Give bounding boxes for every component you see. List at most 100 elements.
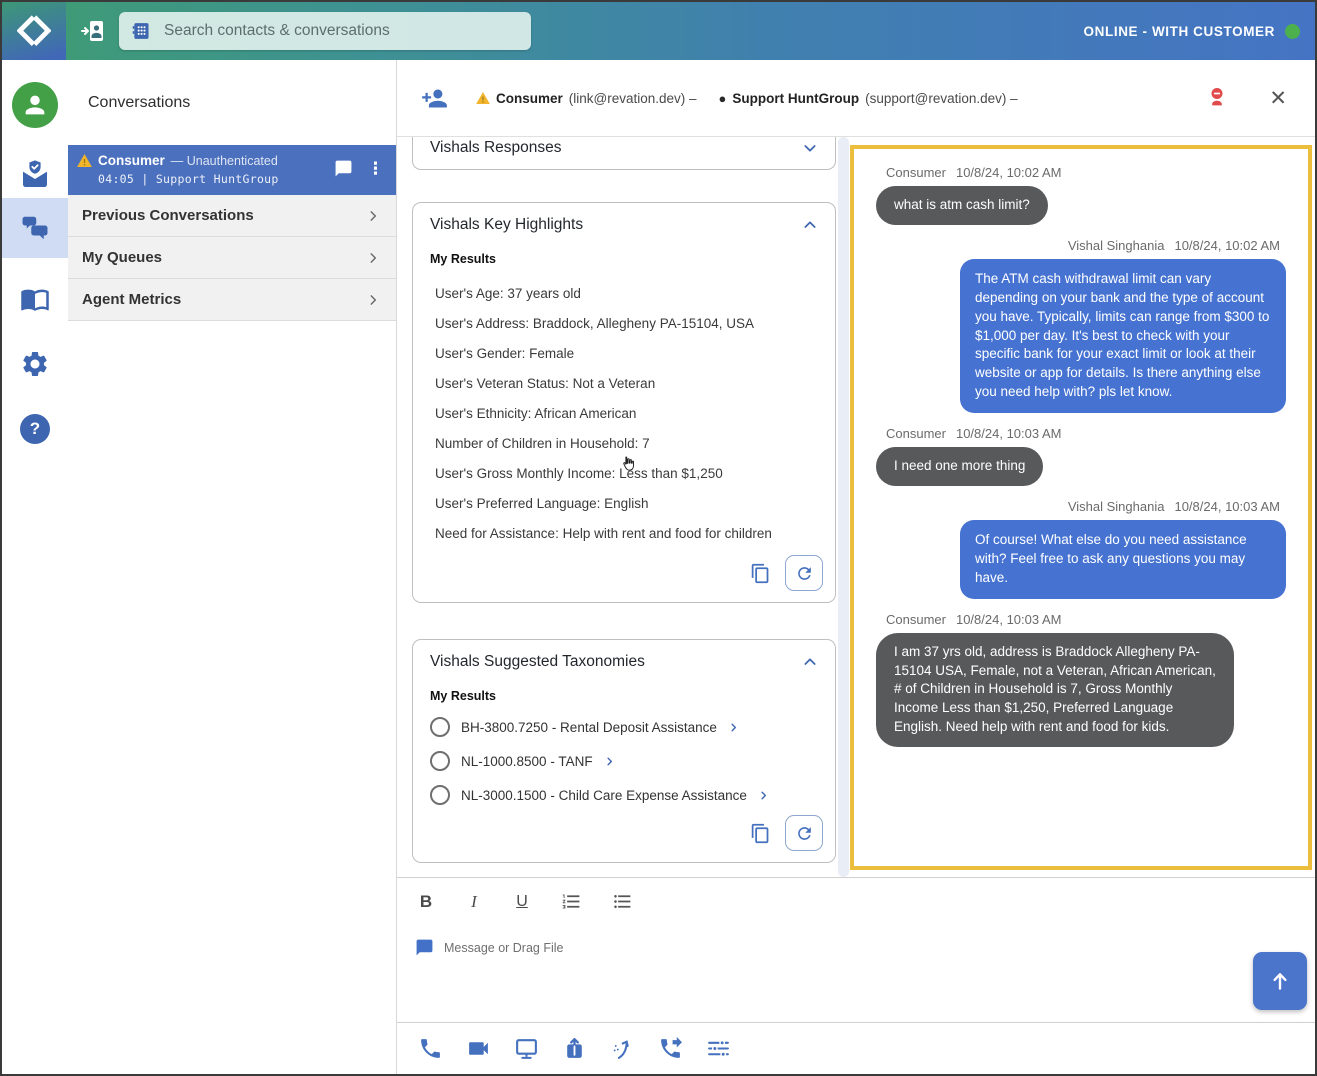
conversations-panel: Conversations Consumer — Unauthenticated… (68, 60, 397, 1074)
file-upload-button[interactable] (560, 1034, 588, 1062)
message-timestamp: 10/8/24, 10:02 AM (1174, 238, 1280, 253)
chevron-right-icon[interactable] (728, 722, 739, 733)
scrollbar-track[interactable] (838, 137, 849, 877)
chevron-up-icon[interactable] (802, 217, 818, 233)
contacts-search-icon (131, 20, 151, 42)
phone-forward-icon (658, 1036, 683, 1061)
screen-share-button[interactable] (512, 1034, 540, 1062)
copy-icon[interactable] (750, 823, 771, 844)
nav-item-profile[interactable] (12, 82, 58, 128)
add-participant-icon[interactable] (421, 85, 448, 112)
message-timestamp: 10/8/24, 10:03 AM (956, 426, 1062, 441)
call-forward-button[interactable] (656, 1034, 684, 1062)
presence-dot-icon: ● (719, 91, 727, 106)
highlights-list: User's Age: 37 years old User's Address:… (430, 278, 818, 548)
block-user-icon[interactable] (1205, 86, 1229, 110)
conversation-section-row[interactable]: Agent Metrics (68, 279, 396, 321)
nav-rail: ? (2, 60, 69, 1074)
ordered-list-icon (561, 891, 582, 912)
book-icon (20, 284, 50, 314)
conversation-meta: 04:05 | Support HuntGroup (98, 172, 334, 186)
chat-message: Consumer 10/8/24, 10:03 AM I am 37 yrs o… (876, 612, 1286, 747)
video-call-button[interactable] (464, 1034, 492, 1062)
refresh-icon (795, 824, 814, 843)
conversation-name: Consumer (98, 153, 165, 168)
section-label: Previous Conversations (82, 207, 254, 224)
italic-button[interactable]: I (465, 892, 483, 912)
nav-item-directory[interactable] (20, 284, 50, 314)
nav-item-conversations[interactable] (20, 213, 50, 243)
nav-item-inbox[interactable] (19, 159, 51, 191)
warning-icon (476, 92, 490, 104)
app-logo[interactable] (2, 2, 66, 60)
message-input[interactable]: Message or Drag File (415, 938, 564, 957)
message-timestamp: 10/8/24, 10:03 AM (956, 612, 1062, 627)
sparkle-arrow-icon (610, 1036, 635, 1061)
bulleted-list-button[interactable] (612, 891, 633, 912)
radio-button[interactable] (430, 717, 450, 737)
ordered-list-button[interactable] (561, 891, 582, 912)
bold-button[interactable]: B (417, 892, 435, 912)
chevron-down-icon[interactable] (802, 140, 818, 156)
status-label: ONLINE - WITH CUSTOMER (1084, 24, 1275, 39)
conversation-sections: Previous Conversations My Queues Agent M… (68, 195, 396, 321)
linklive-diamond-icon (17, 14, 51, 48)
refresh-button[interactable] (785, 555, 823, 591)
card-title: Vishals Key Highlights (430, 216, 583, 234)
bulleted-list-icon (612, 891, 633, 912)
send-button[interactable] (1253, 952, 1307, 1010)
highlight-item: User's Veteran Status: Not a Veteran (430, 368, 818, 398)
phone-icon (418, 1036, 443, 1061)
radio-button[interactable] (430, 751, 450, 771)
conversation-section-row[interactable]: Previous Conversations (68, 195, 396, 237)
highlight-item: Need for Assistance: Help with rent and … (430, 518, 818, 548)
chevron-right-icon[interactable] (758, 790, 769, 801)
message-meta: Vishal Singhania 10/8/24, 10:03 AM (886, 499, 1280, 514)
participant-name: Consumer (496, 91, 563, 106)
active-conversation-item[interactable]: Consumer — Unauthenticated 04:05 | Suppo… (68, 145, 396, 195)
highlight-item: User's Preferred Language: English (430, 488, 818, 518)
nav-item-settings[interactable] (20, 349, 50, 379)
refresh-button[interactable] (785, 815, 823, 851)
close-icon[interactable]: ✕ (1269, 88, 1287, 109)
agent-status[interactable]: ONLINE - WITH CUSTOMER (1084, 24, 1300, 39)
conversation-queue: Support HuntGroup (156, 172, 279, 186)
underline-button[interactable]: U (513, 893, 531, 911)
help-icon: ? (20, 414, 50, 444)
upload-box-icon (562, 1036, 587, 1061)
participant-name: Support HuntGroup (732, 91, 859, 106)
participant-detail: (link@revation.dev) – (569, 91, 697, 106)
message-placeholder: Message or Drag File (444, 941, 564, 955)
message-sender: Vishal Singhania (1068, 238, 1165, 253)
inbox-verified-icon (19, 159, 51, 191)
online-status-dot (1285, 24, 1300, 39)
nav-item-help[interactable]: ? (20, 414, 50, 444)
chat-bubble-icon[interactable] (334, 159, 353, 178)
conversation-section-row[interactable]: My Queues (68, 237, 396, 279)
highlight-item: Number of Children in Household: 7 (430, 428, 818, 458)
radio-button[interactable] (430, 785, 450, 805)
taxonomy-option[interactable]: NL-1000.8500 - TANF (430, 751, 818, 771)
chevron-right-icon[interactable] (604, 756, 615, 767)
phone-call-button[interactable] (416, 1034, 444, 1062)
card-title: Vishals Suggested Taxonomies (430, 653, 645, 671)
key-highlights-card: Vishals Key Highlights My Results User's… (412, 202, 836, 603)
avatar-icon (12, 82, 58, 128)
taxonomy-option[interactable]: NL-3000.1500 - Child Care Expense Assist… (430, 785, 818, 805)
chevron-right-icon (366, 293, 380, 307)
message-sender: Consumer (886, 612, 946, 627)
highlight-item: User's Ethnicity: African American (430, 398, 818, 428)
message-sender: Vishal Singhania (1068, 499, 1165, 514)
overflow-menu-icon[interactable]: ⋮ (367, 160, 384, 177)
chevron-up-icon[interactable] (802, 654, 818, 670)
ai-assist-transfer-button[interactable] (608, 1034, 636, 1062)
search-input[interactable] (162, 21, 519, 41)
audio-settings-button[interactable] (704, 1034, 732, 1062)
copy-icon[interactable] (750, 563, 771, 584)
agent-badge-icon[interactable] (80, 18, 106, 44)
section-label: Agent Metrics (82, 291, 181, 308)
taxonomy-option[interactable]: BH-3800.7250 - Rental Deposit Assistance (430, 717, 818, 737)
global-search[interactable] (119, 12, 531, 50)
gear-icon (20, 349, 50, 379)
message-meta: Consumer 10/8/24, 10:02 AM (886, 165, 1280, 180)
